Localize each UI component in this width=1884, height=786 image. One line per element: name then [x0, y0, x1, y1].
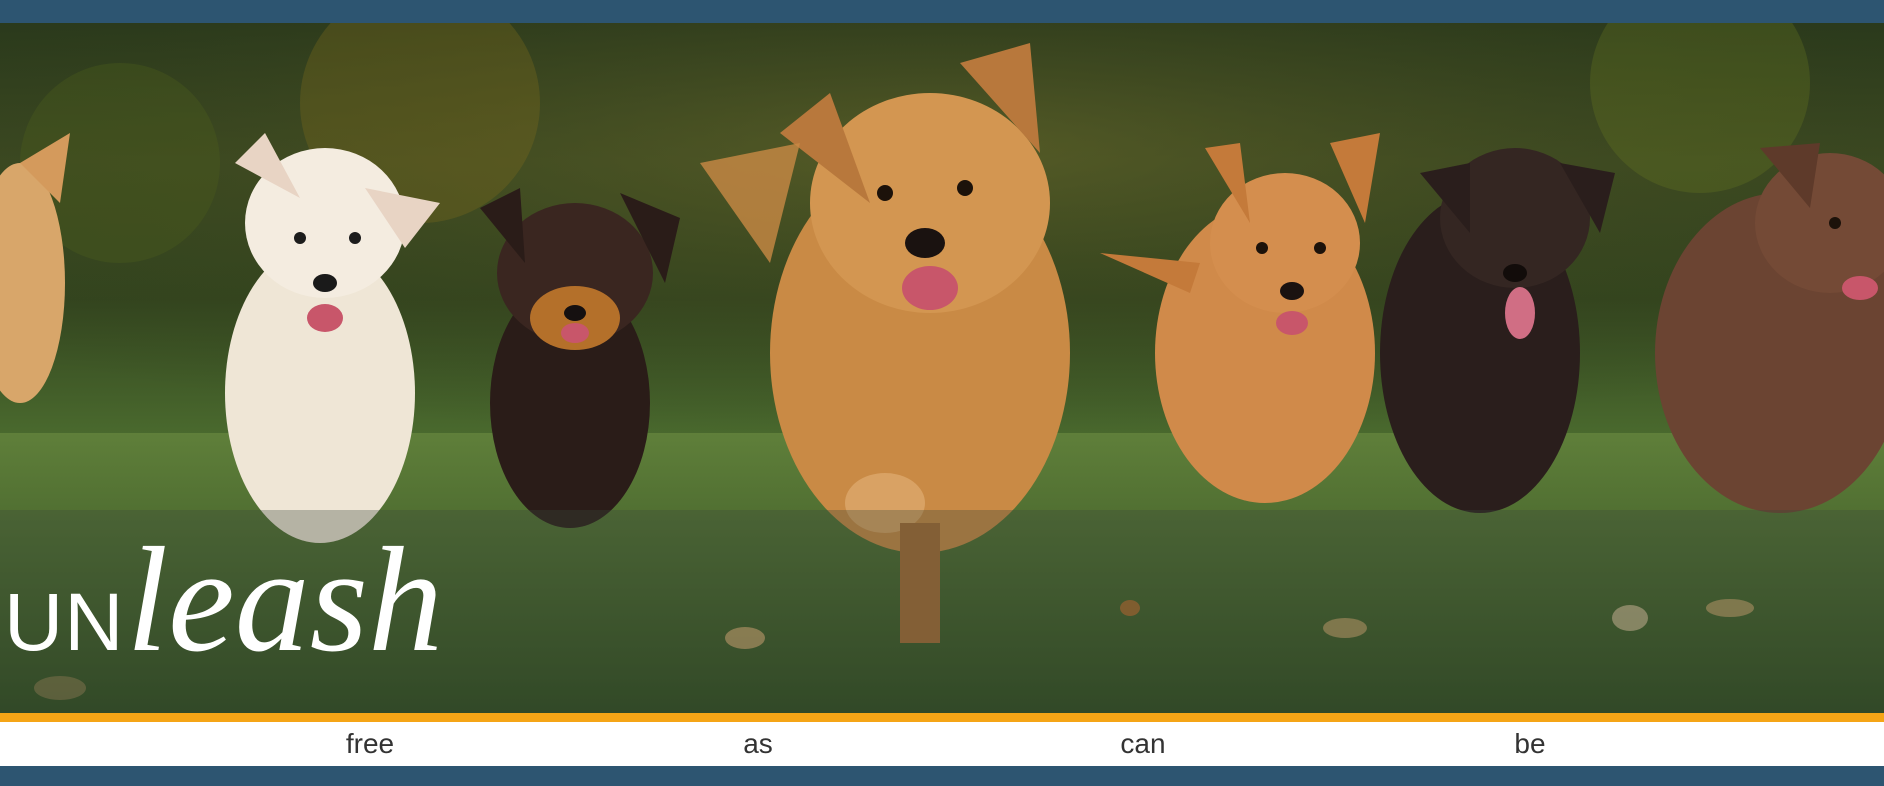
logo-prefix: UN	[4, 577, 125, 668]
nav-item-can[interactable]: can	[1120, 728, 1165, 760]
accent-divider	[0, 713, 1884, 722]
bottom-bar	[0, 766, 1884, 786]
top-bar	[0, 0, 1884, 23]
nav-bar: free as can be	[0, 722, 1884, 766]
nav-item-be[interactable]: be	[1514, 728, 1545, 760]
logo-word: leash	[126, 517, 444, 683]
unleash-logo: UN leash	[4, 525, 443, 675]
nav-item-free[interactable]: free	[346, 728, 394, 760]
nav-item-as[interactable]: as	[743, 728, 773, 760]
